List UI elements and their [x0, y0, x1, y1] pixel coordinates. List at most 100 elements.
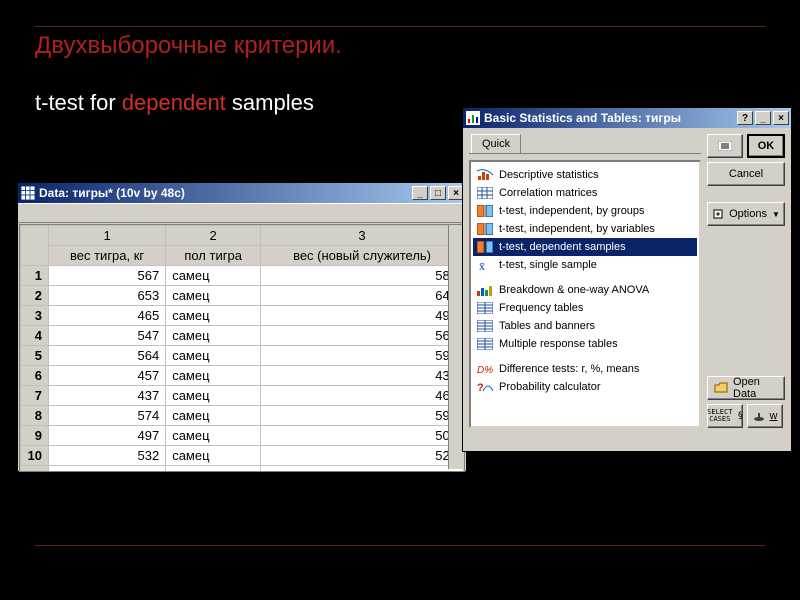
row-header[interactable]: 10 [21, 446, 49, 466]
cell-sex[interactable]: самец [166, 306, 261, 326]
collapse-button[interactable]: _ [755, 111, 771, 125]
open-data-button[interactable]: Open Data [707, 376, 785, 400]
data-window-titlebar[interactable]: Data: тигры* (10v by 48c) _ □ × [18, 183, 466, 203]
row-header[interactable]: 4 [21, 326, 49, 346]
cell-weight[interactable]: 504 [49, 466, 166, 472]
analysis-item[interactable]: Breakdown & one-way ANOVA [473, 281, 697, 299]
table-icon [477, 301, 493, 315]
cell-weight[interactable]: 653 [49, 286, 166, 306]
cell-weight-new[interactable]: 438 [261, 366, 464, 386]
col-num-1[interactable]: 1 [49, 226, 166, 246]
analysis-item[interactable]: D%Difference tests: r, %, means [473, 360, 697, 378]
analysis-item[interactable]: x̄t-test, single sample [473, 256, 697, 274]
table-row[interactable]: 9497самец501 [21, 426, 464, 446]
cell-weight-new[interactable]: 589 [261, 266, 464, 286]
analysis-item-label: t-test, dependent samples [499, 241, 626, 253]
col-num-3[interactable]: 3 [261, 226, 464, 246]
analysis-item[interactable]: Tables and banners [473, 317, 697, 335]
cell-sex[interactable]: самец [166, 346, 261, 366]
cell-sex[interactable]: самец [166, 446, 261, 466]
cell-weight-new[interactable]: 467 [261, 386, 464, 406]
cancel-button[interactable]: Cancel [707, 162, 785, 186]
cell-weight-new[interactable]: 510 [261, 466, 464, 472]
ok-button[interactable]: OK [747, 134, 785, 158]
options-button[interactable]: Options ▼ [707, 202, 785, 226]
table-icon [477, 319, 493, 333]
cell-sex[interactable]: самец [166, 406, 261, 426]
cell-weight[interactable]: 564 [49, 346, 166, 366]
analysis-item[interactable]: ?Probability calculator [473, 378, 697, 396]
data-grid[interactable]: 1 2 3 вес тигра, кг пол тигра вес (новый… [19, 224, 465, 472]
help-button[interactable]: ? [737, 111, 753, 125]
cell-weight-new[interactable]: 590 [261, 406, 464, 426]
cell-weight[interactable]: 497 [49, 426, 166, 446]
table-row[interactable]: 11504самец510 [21, 466, 464, 472]
analysis-item[interactable]: Correlation matrices [473, 184, 697, 202]
weighted-button[interactable]: w [747, 404, 783, 428]
row-header[interactable]: 8 [21, 406, 49, 426]
list-separator [477, 356, 693, 357]
analysis-item[interactable]: t-test, independent, by groups [473, 202, 697, 220]
col-num-2[interactable]: 2 [166, 226, 261, 246]
cell-weight-new[interactable]: 567 [261, 326, 464, 346]
cell-weight[interactable]: 457 [49, 366, 166, 386]
table-row[interactable]: 3465самец498 [21, 306, 464, 326]
summary-button[interactable] [707, 134, 743, 158]
analysis-item[interactable]: Multiple response tables [473, 335, 697, 353]
row-header[interactable]: 6 [21, 366, 49, 386]
analysis-list[interactable]: Descriptive statisticsCorrelation matric… [469, 160, 701, 428]
analysis-item[interactable]: Descriptive statistics [473, 166, 697, 184]
analysis-item-label: Difference tests: r, %, means [499, 363, 639, 375]
analysis-item[interactable]: Frequency tables [473, 299, 697, 317]
cell-sex[interactable]: самец [166, 286, 261, 306]
row-header[interactable]: 5 [21, 346, 49, 366]
table-row[interactable]: 6457самец438 [21, 366, 464, 386]
cell-weight-new[interactable]: 645 [261, 286, 464, 306]
dialog-titlebar[interactable]: Basic Statistics and Tables: тигры ? _ × [463, 108, 791, 128]
table-row[interactable]: 10532самец523 [21, 446, 464, 466]
xbar-icon: x̄ [477, 258, 493, 272]
cell-sex[interactable]: самец [166, 266, 261, 286]
table-row[interactable]: 7437самец467 [21, 386, 464, 406]
col-label-2[interactable]: пол тигра [166, 246, 261, 266]
cell-weight[interactable]: 465 [49, 306, 166, 326]
cell-weight[interactable]: 574 [49, 406, 166, 426]
cell-sex[interactable]: самец [166, 326, 261, 346]
table-row[interactable]: 2653самец645 [21, 286, 464, 306]
matrix-icon [477, 186, 493, 200]
cell-sex[interactable]: самец [166, 466, 261, 472]
maximize-button[interactable]: □ [430, 186, 446, 200]
minimize-button[interactable]: _ [412, 186, 428, 200]
row-header[interactable]: 1 [21, 266, 49, 286]
data-toolbar [18, 203, 466, 223]
analysis-item-label: Breakdown & one-way ANOVA [499, 284, 649, 296]
cell-weight-new[interactable]: 501 [261, 426, 464, 446]
row-header[interactable]: 3 [21, 306, 49, 326]
analysis-item[interactable]: t-test, dependent samples [473, 238, 697, 256]
col-label-1[interactable]: вес тигра, кг [49, 246, 166, 266]
cell-weight-new[interactable]: 498 [261, 306, 464, 326]
cell-sex[interactable]: самец [166, 386, 261, 406]
cell-weight-new[interactable]: 598 [261, 346, 464, 366]
table-row[interactable]: 5564самец598 [21, 346, 464, 366]
cell-sex[interactable]: самец [166, 426, 261, 446]
close-button[interactable]: × [773, 111, 789, 125]
table-row[interactable]: 1567самец589 [21, 266, 464, 286]
row-header[interactable]: 7 [21, 386, 49, 406]
cell-weight[interactable]: 567 [49, 266, 166, 286]
breakdown-icon [477, 283, 493, 297]
cell-weight[interactable]: 437 [49, 386, 166, 406]
row-header[interactable]: 11 [21, 466, 49, 472]
table-row[interactable]: 8574самец590 [21, 406, 464, 426]
col-label-3[interactable]: вес (новый служитель) [261, 246, 464, 266]
cell-sex[interactable]: самец [166, 366, 261, 386]
cell-weight-new[interactable]: 523 [261, 446, 464, 466]
tab-quick[interactable]: Quick [471, 134, 521, 153]
row-header[interactable]: 9 [21, 426, 49, 446]
cell-weight[interactable]: 532 [49, 446, 166, 466]
cell-weight[interactable]: 547 [49, 326, 166, 346]
select-cases-button[interactable]: SELECT CASES § [707, 404, 743, 428]
row-header[interactable]: 2 [21, 286, 49, 306]
table-row[interactable]: 4547самец567 [21, 326, 464, 346]
analysis-item[interactable]: t-test, independent, by variables [473, 220, 697, 238]
